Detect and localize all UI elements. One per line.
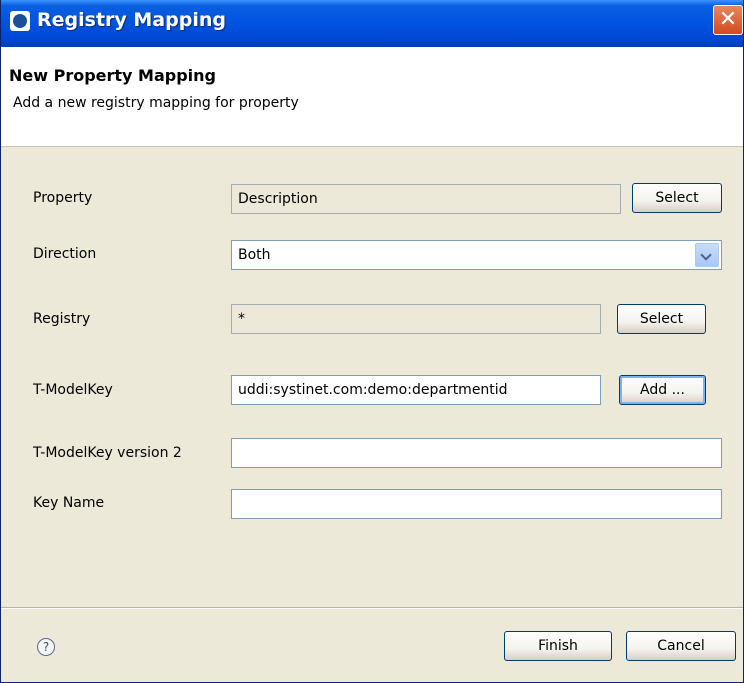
tmodelkey-v2-input[interactable] [231,438,722,468]
registry-select-button[interactable]: Select [617,304,706,334]
page-title: New Property Mapping [9,66,216,85]
property-select-button[interactable]: Select [632,183,722,213]
dialog-header: New Property Mapping Add a new registry … [1,47,743,147]
registry-label: Registry [33,311,91,327]
title-bar[interactable]: Registry Mapping ✕ [1,0,743,47]
add-tmodelkey-button[interactable]: Add ... [619,375,706,405]
direction-select[interactable]: Both [231,240,722,270]
close-button[interactable]: ✕ [713,5,743,35]
cancel-button[interactable]: Cancel [626,631,736,661]
footer-separator [1,607,743,609]
tmodelkey-label: T-ModelKey [33,382,113,398]
direction-value: Both [238,247,271,263]
tmodelkey-input[interactable]: uddi:systinet.com:demo:departmentid [231,375,601,405]
window-title: Registry Mapping [37,9,226,31]
property-label: Property [33,190,93,206]
direction-label: Direction [33,246,97,262]
tmodelkey-v2-label: T-ModelKey version 2 [33,445,182,461]
property-field: Description [231,184,621,214]
registry-field: * [231,304,601,334]
key-name-label: Key Name [33,495,105,511]
key-name-input[interactable] [231,489,722,519]
hp-logo-icon [10,11,30,31]
dialog-window: Registry Mapping ✕ New Property Mapping … [0,0,744,683]
finish-button[interactable]: Finish [504,631,612,661]
chevron-down-icon[interactable] [695,243,719,267]
help-icon[interactable]: ? [37,638,55,656]
page-description: Add a new registry mapping for property [13,95,299,111]
